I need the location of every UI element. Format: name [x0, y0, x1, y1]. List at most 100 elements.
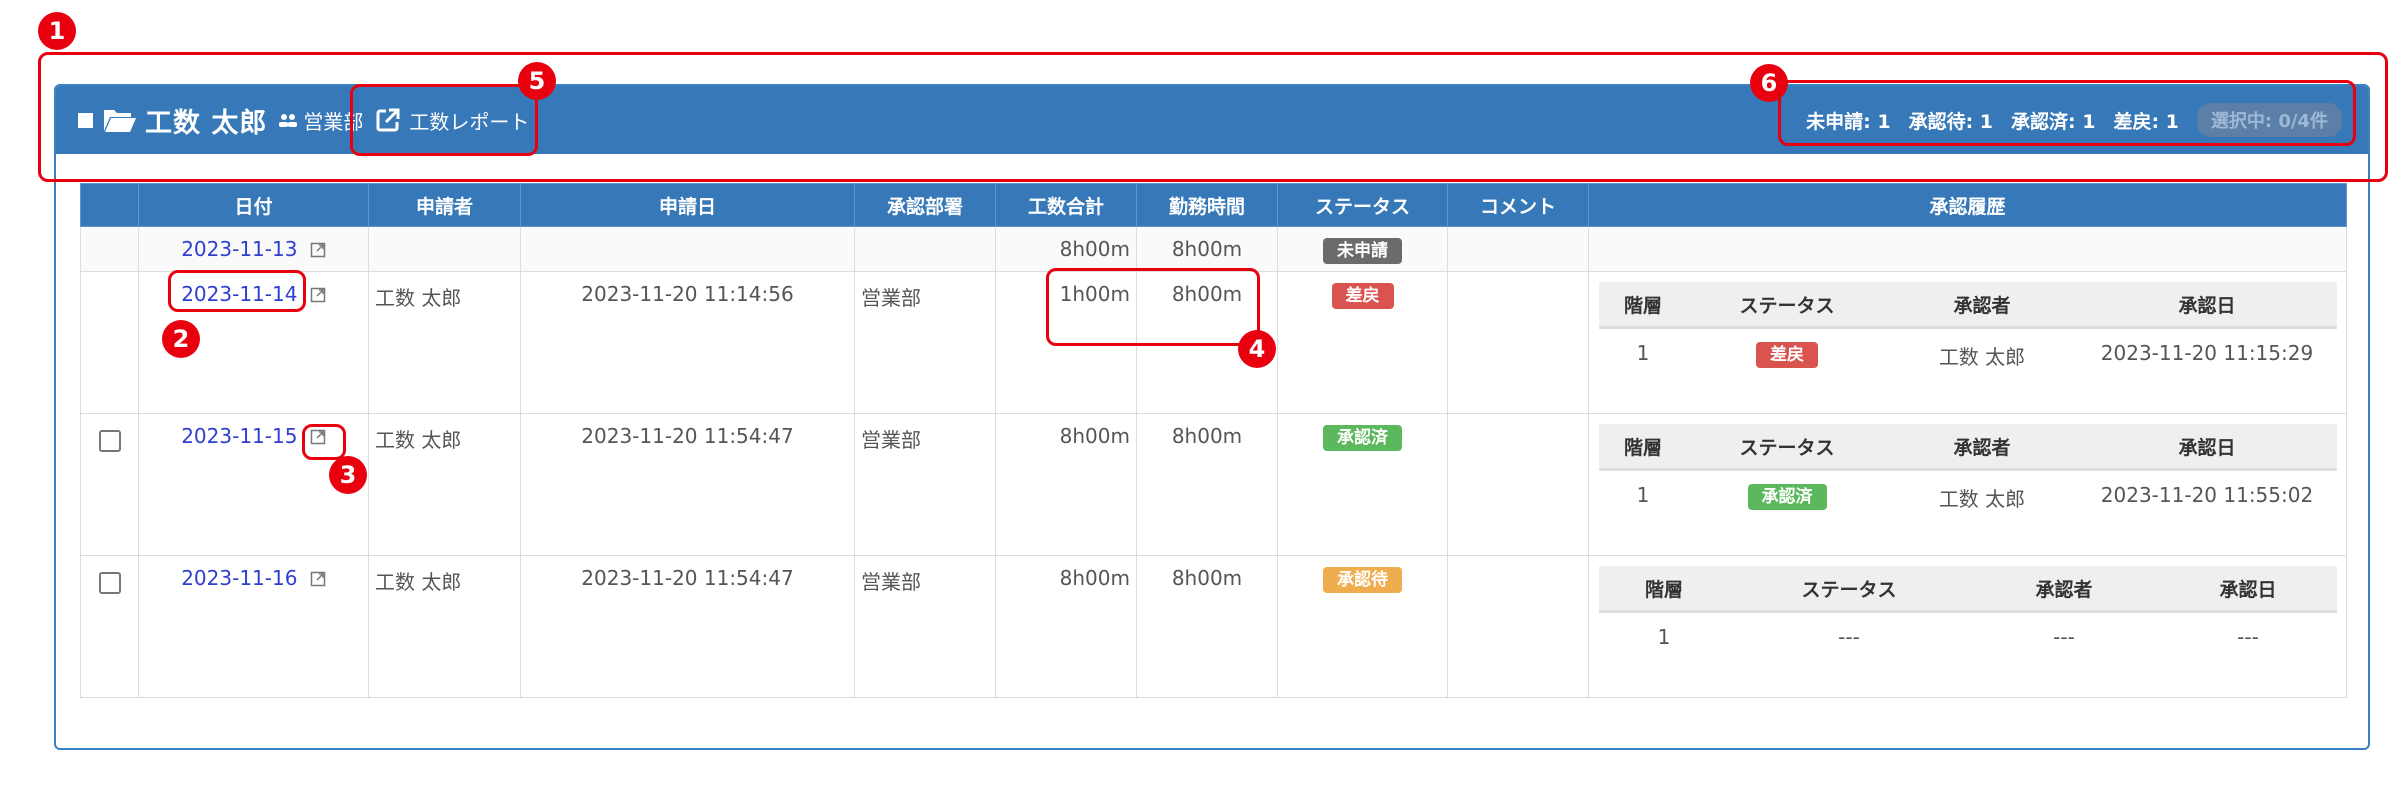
history-col-approver: 承認者: [1887, 282, 2077, 329]
history-cell: 階層 ステータス 承認者 承認日 1 承認済 工数 太郎 2023-11-20 11:…: [1588, 413, 2347, 556]
callout-marker-1: 1: [38, 12, 76, 50]
date-link[interactable]: 2023-11-15: [181, 424, 297, 448]
col-select: [80, 183, 139, 227]
history-approver: ---: [2053, 625, 2075, 649]
table-header-row: 日付 申請者 申請日 承認部署 工数合計 勤務時間 ステータス コメント 承認履…: [80, 183, 2347, 227]
row-checkbox[interactable]: [98, 572, 121, 594]
history-col-date: 承認日: [2159, 566, 2337, 613]
col-history: 承認履歴: [1588, 183, 2347, 227]
table-row: 2023-11-15 工数 太郎 2023-11-20 11:54:47 営業部…: [80, 413, 2347, 556]
status-cell: 差戻: [1277, 271, 1448, 414]
select-cell: [80, 271, 139, 414]
history-level: 1: [1636, 483, 1650, 507]
external-link-icon[interactable]: [310, 287, 326, 303]
history-approver: 工数 太郎: [1938, 345, 2026, 369]
status-badge: 承認待: [1323, 567, 1402, 593]
history-table: 階層 ステータス 承認者 承認日 1 承認済 工数 太郎 2023-11-20 11:…: [1599, 424, 2337, 517]
history-col-approver: 承認者: [1887, 424, 2077, 471]
dept-cell: 営業部: [854, 555, 996, 698]
external-link-icon[interactable]: [310, 571, 326, 587]
history-col-date: 承認日: [2077, 424, 2337, 471]
history-date: ---: [2237, 625, 2259, 649]
applicant-cell: 工数 太郎: [368, 271, 521, 414]
status-badge: 承認済: [1323, 425, 1402, 451]
dept-cell: 営業部: [854, 271, 996, 414]
total-cell: 8h00m: [995, 226, 1137, 272]
col-date: 日付: [138, 183, 369, 227]
callout-box-5: [350, 84, 538, 156]
callout-box-2: [168, 270, 306, 312]
history-col-date: 承認日: [2077, 282, 2337, 329]
applicant-cell: 工数 太郎: [368, 555, 521, 698]
col-total: 工数合計: [995, 183, 1137, 227]
history-cell: 階層 ステータス 承認者 承認日 1 差戻 工数 太郎 2023-11-20 11:1…: [1588, 271, 2347, 414]
col-applicant: 申請者: [368, 183, 521, 227]
status-badge: 差戻: [1756, 342, 1818, 368]
history-col-approver: 承認者: [1969, 566, 2159, 613]
callout-marker-6: 6: [1750, 64, 1788, 102]
history-col-level: 階層: [1599, 282, 1687, 329]
history-level: 1: [1657, 625, 1671, 649]
history-cell: 階層 ステータス 承認者 承認日 1 --- --- ---: [1588, 555, 2347, 698]
total-cell: 8h00m: [995, 555, 1137, 698]
history-status: 差戻: [1687, 328, 1887, 376]
status-badge: 差戻: [1331, 283, 1394, 309]
history-row: 1 差戻 工数 太郎 2023-11-20 11:15:29: [1599, 328, 2337, 376]
applied-at-cell: 2023-11-20 11:14:56: [520, 271, 855, 414]
status-cell: 未申請: [1277, 226, 1448, 272]
col-status: ステータス: [1277, 183, 1448, 227]
total-cell: 8h00m: [995, 413, 1137, 556]
status-badge: 未申請: [1323, 238, 1402, 264]
callout-box-3: [302, 424, 346, 460]
callout-marker-4: 4: [1238, 330, 1276, 368]
date-cell: 2023-11-16: [138, 555, 369, 698]
history-approver: 工数 太郎: [1938, 487, 2026, 511]
applied-at-cell: [520, 226, 855, 272]
history-col-level: 階層: [1599, 566, 1729, 613]
history-cell: [1588, 226, 2347, 272]
attendance-table: 日付 申請者 申請日 承認部署 工数合計 勤務時間 ステータス コメント 承認履…: [80, 183, 2347, 698]
callout-marker-5: 5: [518, 62, 556, 100]
select-cell: [80, 226, 139, 272]
callout-marker-3: 3: [329, 456, 367, 494]
applicant-cell: 工数 太郎: [368, 413, 521, 556]
history-table: 階層 ステータス 承認者 承認日 1 差戻 工数 太郎 2023-11-20 11:1…: [1599, 282, 2337, 375]
history-status: ---: [1838, 625, 1860, 649]
row-checkbox[interactable]: [98, 430, 121, 452]
work-cell: 8h00m: [1136, 226, 1278, 272]
applied-at-cell: 2023-11-20 11:54:47: [520, 555, 855, 698]
table-row: 2023-11-13 8h00m 8h00m 未申請: [80, 226, 2347, 272]
history-level: 1: [1636, 341, 1650, 365]
history-col-status: ステータス: [1687, 282, 1887, 329]
callout-marker-2: 2: [162, 320, 200, 358]
date-link[interactable]: 2023-11-16: [181, 566, 297, 590]
work-cell: 8h00m: [1136, 413, 1278, 556]
select-cell: [80, 413, 139, 556]
history-row: 1 承認済 工数 太郎 2023-11-20 11:55:02: [1599, 470, 2337, 518]
history-col-status: ステータス: [1687, 424, 1887, 471]
dept-cell: [854, 226, 996, 272]
col-applied-at: 申請日: [520, 183, 855, 227]
status-cell: 承認済: [1277, 413, 1448, 556]
dept-cell: 営業部: [854, 413, 996, 556]
applied-at-cell: 2023-11-20 11:54:47: [520, 413, 855, 556]
comment-cell: [1447, 555, 1589, 698]
history-col-level: 階層: [1599, 424, 1687, 471]
history-date: 2023-11-20 11:55:02: [2100, 483, 2314, 507]
external-link-icon[interactable]: [310, 242, 326, 258]
table-row: 2023-11-16 工数 太郎 2023-11-20 11:54:47 営業部…: [80, 555, 2347, 698]
history-table: 階層 ステータス 承認者 承認日 1 --- --- ---: [1599, 566, 2337, 659]
col-work: 勤務時間: [1136, 183, 1278, 227]
status-cell: 承認待: [1277, 555, 1448, 698]
applicant-cell: [368, 226, 521, 272]
callout-box-6: [1778, 80, 2356, 146]
history-status: 承認済: [1687, 470, 1887, 518]
select-cell: [80, 555, 139, 698]
callout-box-4: [1046, 268, 1260, 346]
date-cell: 2023-11-13: [138, 226, 369, 272]
status-badge: 承認済: [1747, 484, 1827, 510]
date-link[interactable]: 2023-11-13: [181, 237, 297, 261]
comment-cell: [1447, 226, 1589, 272]
col-dept: 承認部署: [854, 183, 996, 227]
history-date: 2023-11-20 11:15:29: [2100, 341, 2314, 365]
